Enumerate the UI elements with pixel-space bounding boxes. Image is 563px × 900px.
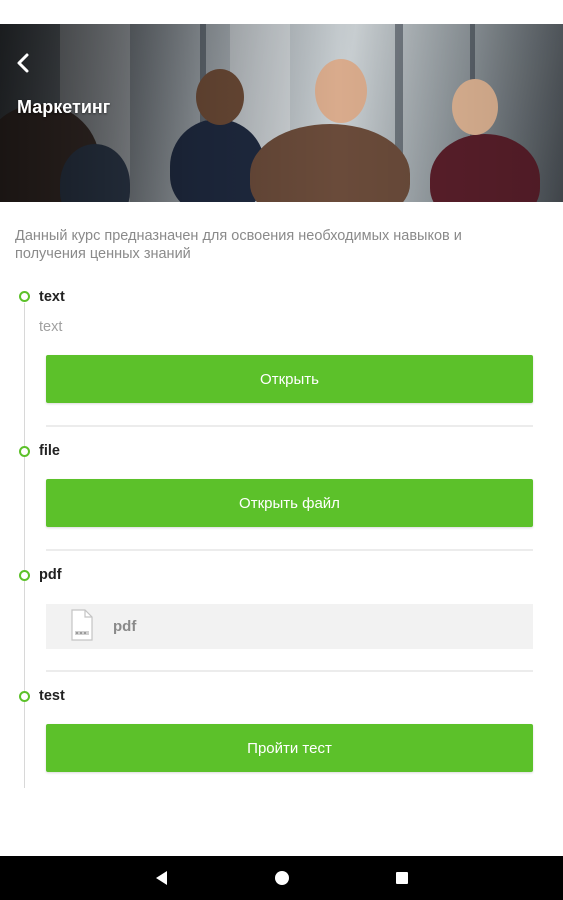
lesson-title-test: test (39, 688, 65, 704)
course-header-image: Маркетинг (0, 24, 563, 202)
timeline-line (24, 303, 25, 788)
page-title: Маркетинг (17, 97, 111, 117)
status-bar (0, 0, 563, 24)
nav-back-button[interactable] (152, 868, 172, 888)
timeline-dot (19, 691, 30, 702)
timeline-dot (19, 291, 30, 302)
lesson-title-text: text (39, 289, 65, 305)
nav-recents-button[interactable] (392, 868, 412, 888)
lesson-title-file: file (39, 443, 60, 459)
lesson-content-text: text (39, 319, 63, 335)
nav-home-button[interactable] (272, 868, 292, 888)
timeline-dot (19, 446, 30, 457)
open-file-button[interactable]: Открыть файл (46, 479, 533, 527)
open-button[interactable]: Открыть (46, 355, 533, 403)
pdf-file-card[interactable]: pdf (46, 604, 533, 649)
lesson-title-pdf: pdf (39, 567, 62, 583)
back-button[interactable] (10, 49, 38, 77)
divider (46, 425, 533, 427)
nav-back-icon (156, 871, 167, 885)
divider (46, 549, 533, 551)
nav-recents-icon (396, 872, 408, 884)
file-name: pdf (113, 618, 137, 635)
nav-home-icon (275, 871, 289, 885)
divider (46, 670, 533, 672)
navigation-bar (0, 856, 563, 900)
document-icon (71, 609, 93, 641)
timeline-dot (19, 570, 30, 581)
course-description: Данный курс предназначен для освоения не… (15, 228, 462, 262)
take-test-button[interactable]: Пройти тест (46, 724, 533, 772)
chevron-left-icon (17, 53, 29, 73)
